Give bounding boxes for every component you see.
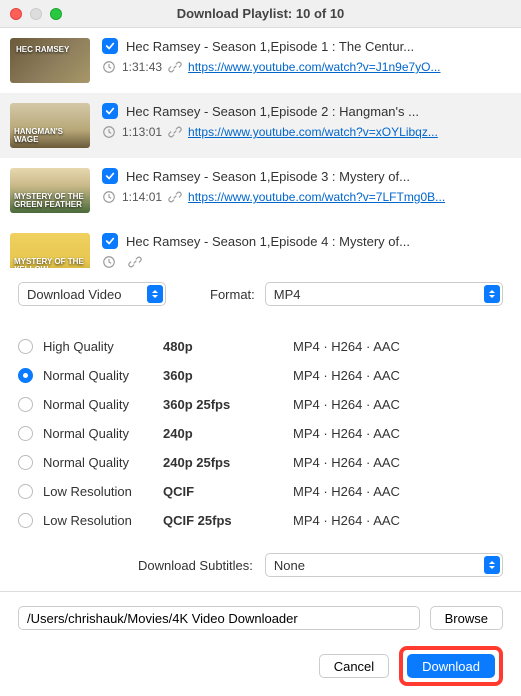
playlist-item[interactable]: HANGMAN'S WAGE Hec Ramsey - Season 1,Epis… <box>0 93 521 158</box>
playlist-item[interactable]: HEC RAMSEY Hec Ramsey - Season 1,Episode … <box>0 28 521 93</box>
quality-name: Low Resolution <box>43 484 163 499</box>
radio-button[interactable] <box>18 455 33 470</box>
quality-option[interactable]: Normal Quality240pMP4 · H264 · AAC <box>18 419 503 448</box>
playlist-item-meta: Hec Ramsey - Season 1,Episode 3 : Myster… <box>102 168 509 204</box>
video-duration: 1:13:01 <box>122 125 162 139</box>
path-row: Browse <box>18 606 503 630</box>
video-title: Hec Ramsey - Season 1,Episode 3 : Myster… <box>126 169 410 184</box>
video-thumbnail: MYSTERY OF THE GREEN FEATHER <box>10 168 90 213</box>
cancel-button[interactable]: Cancel <box>319 654 389 678</box>
quality-option[interactable]: Normal Quality360p 25fpsMP4 · H264 · AAC <box>18 390 503 419</box>
quality-codec: MP4 · H264 · AAC <box>293 455 400 470</box>
quality-codec: MP4 · H264 · AAC <box>293 368 400 383</box>
video-title: Hec Ramsey - Season 1,Episode 2 : Hangma… <box>126 104 419 119</box>
action-format-row: Download Video Format: MP4 <box>18 282 503 306</box>
quality-codec: MP4 · H264 · AAC <box>293 397 400 412</box>
radio-button[interactable] <box>18 426 33 441</box>
link-icon <box>168 125 182 139</box>
quality-option[interactable]: Normal Quality360pMP4 · H264 · AAC <box>18 361 503 390</box>
radio-button[interactable] <box>18 513 33 528</box>
download-highlight: Download <box>399 646 503 686</box>
playlist-item[interactable]: MYSTERY OF THE GREEN FEATHER Hec Ramsey -… <box>0 158 521 223</box>
format-select-value: MP4 <box>274 287 301 302</box>
action-select[interactable]: Download Video <box>18 282 166 306</box>
video-url[interactable]: https://www.youtube.com/watch?v=xOYLibqz… <box>188 125 438 139</box>
playlist-item[interactable]: MYSTERY OF THE YELLOW Hec Ramsey - Season… <box>0 223 521 268</box>
video-url[interactable]: https://www.youtube.com/watch?v=J1n9e7yO… <box>188 60 440 74</box>
video-title: Hec Ramsey - Season 1,Episode 1 : The Ce… <box>126 39 414 54</box>
clock-icon <box>102 190 116 204</box>
quality-name: Normal Quality <box>43 455 163 470</box>
quality-resolution: 480p <box>163 339 293 354</box>
quality-codec: MP4 · H264 · AAC <box>293 513 400 528</box>
checkbox-icon[interactable] <box>102 168 118 184</box>
playlist-item-meta: Hec Ramsey - Season 1,Episode 1 : The Ce… <box>102 38 509 74</box>
clock-icon <box>102 125 116 139</box>
subtitles-row: Download Subtitles: None <box>18 553 503 577</box>
video-title: Hec Ramsey - Season 1,Episode 4 : Myster… <box>126 234 410 249</box>
quality-resolution: 360p 25fps <box>163 397 293 412</box>
radio-button[interactable] <box>18 484 33 499</box>
dropdown-arrows-icon <box>484 556 500 574</box>
radio-button[interactable] <box>18 368 33 383</box>
link-icon <box>168 60 182 74</box>
checkbox-icon[interactable] <box>102 233 118 249</box>
checkbox-icon[interactable] <box>102 38 118 54</box>
quality-option[interactable]: Normal Quality240p 25fpsMP4 · H264 · AAC <box>18 448 503 477</box>
link-icon <box>128 255 142 268</box>
quality-resolution: 240p <box>163 426 293 441</box>
radio-button[interactable] <box>18 397 33 412</box>
quality-codec: MP4 · H264 · AAC <box>293 484 400 499</box>
quality-resolution: QCIF <box>163 484 293 499</box>
titlebar: Download Playlist: 10 of 10 <box>0 0 521 28</box>
quality-name: Normal Quality <box>43 368 163 383</box>
playlist-item-meta: Hec Ramsey - Season 1,Episode 2 : Hangma… <box>102 103 509 139</box>
divider <box>0 591 521 592</box>
window-title: Download Playlist: 10 of 10 <box>0 6 521 21</box>
subtitles-value: None <box>274 558 305 573</box>
playlist-item-meta: Hec Ramsey - Season 1,Episode 4 : Myster… <box>102 233 509 268</box>
quality-option[interactable]: Low ResolutionQCIFMP4 · H264 · AAC <box>18 477 503 506</box>
quality-resolution: 360p <box>163 368 293 383</box>
download-button[interactable]: Download <box>407 654 495 678</box>
action-select-value: Download Video <box>27 287 121 302</box>
quality-name: High Quality <box>43 339 163 354</box>
quality-resolution: 240p 25fps <box>163 455 293 470</box>
video-thumbnail: HANGMAN'S WAGE <box>10 103 90 148</box>
playlist: HEC RAMSEY Hec Ramsey - Season 1,Episode … <box>0 28 521 268</box>
video-thumbnail: HEC RAMSEY <box>10 38 90 83</box>
link-icon <box>168 190 182 204</box>
dropdown-arrows-icon <box>484 285 500 303</box>
browse-button[interactable]: Browse <box>430 606 503 630</box>
quality-codec: MP4 · H264 · AAC <box>293 426 400 441</box>
video-duration: 1:14:01 <box>122 190 162 204</box>
clock-icon <box>102 255 116 268</box>
quality-list: High Quality480pMP4 · H264 · AACNormal Q… <box>18 332 503 535</box>
quality-codec: MP4 · H264 · AAC <box>293 339 400 354</box>
quality-name: Normal Quality <box>43 426 163 441</box>
format-select[interactable]: MP4 <box>265 282 503 306</box>
subtitles-label: Download Subtitles: <box>138 558 253 573</box>
format-label: Format: <box>210 287 255 302</box>
lower-panel: Download Video Format: MP4 High Quality4… <box>0 268 521 696</box>
video-thumbnail: MYSTERY OF THE YELLOW <box>10 233 90 268</box>
quality-resolution: QCIF 25fps <box>163 513 293 528</box>
clock-icon <box>102 60 116 74</box>
download-path-input[interactable] <box>18 606 420 630</box>
radio-button[interactable] <box>18 339 33 354</box>
dialog-actions: Cancel Download <box>18 646 503 686</box>
quality-option[interactable]: Low ResolutionQCIF 25fpsMP4 · H264 · AAC <box>18 506 503 535</box>
subtitles-select[interactable]: None <box>265 553 503 577</box>
quality-option[interactable]: High Quality480pMP4 · H264 · AAC <box>18 332 503 361</box>
checkbox-icon[interactable] <box>102 103 118 119</box>
video-duration: 1:31:43 <box>122 60 162 74</box>
quality-name: Low Resolution <box>43 513 163 528</box>
quality-name: Normal Quality <box>43 397 163 412</box>
video-url[interactable]: https://www.youtube.com/watch?v=7LFTmg0B… <box>188 190 445 204</box>
dropdown-arrows-icon <box>147 285 163 303</box>
